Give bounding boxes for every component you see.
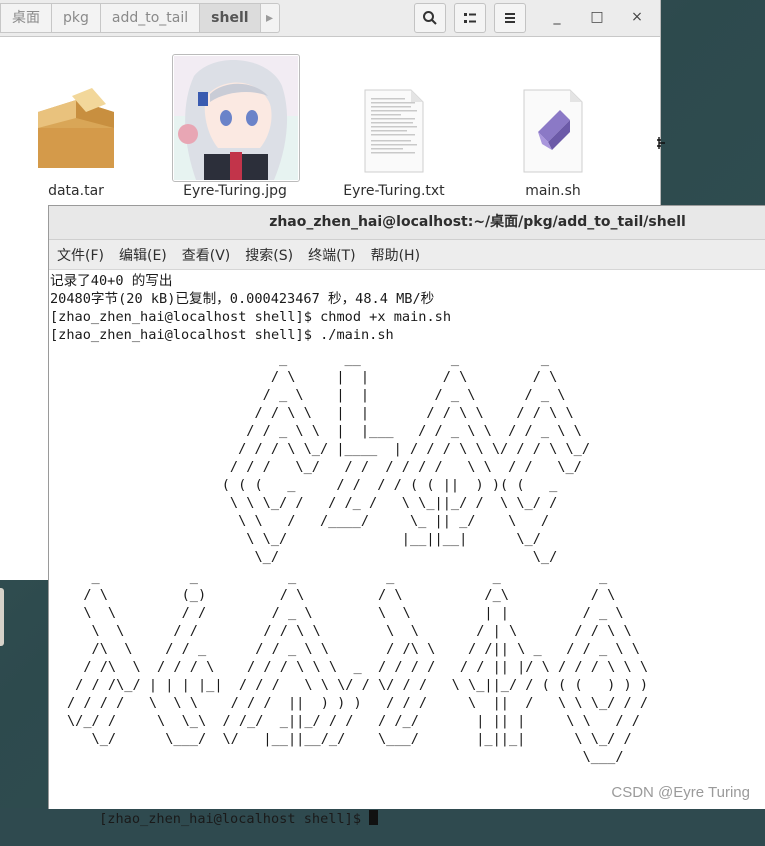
breadcrumb-pkg[interactable]: pkg bbox=[52, 3, 101, 33]
breadcrumb-shell[interactable]: shell bbox=[200, 3, 261, 33]
text-file-icon bbox=[364, 89, 424, 173]
menu-search[interactable]: 搜索(S) bbox=[245, 245, 293, 265]
mouse-cursor-icon bbox=[657, 137, 665, 149]
prompt-line: [zhao_zhen_hai@localhost shell]$ bbox=[50, 792, 379, 846]
output-line: 记录了40+0 的写出 bbox=[50, 273, 173, 289]
ascii-art-top: _ __ _ _ / \ | | / \ / \ / _ \ | | / _ \… bbox=[221, 351, 591, 565]
desktop-widget-edge bbox=[0, 588, 4, 646]
menu-terminal[interactable]: 终端(T) bbox=[308, 245, 355, 265]
search-icon bbox=[423, 11, 437, 25]
list-view-icon bbox=[464, 13, 476, 23]
output-line: [zhao_zhen_hai@localhost shell]$ ./main.… bbox=[50, 327, 394, 343]
view-list-button[interactable] bbox=[454, 3, 486, 33]
output-line: 20480字节(20 kB)已复制，0.000423467 秒，48.4 MB/… bbox=[50, 291, 435, 307]
text-cursor bbox=[369, 810, 379, 825]
breadcrumb-forward-icon[interactable]: ▸ bbox=[260, 3, 280, 33]
file-label: Eyre-Turing.jpg bbox=[183, 183, 287, 199]
terminal-output[interactable]: 记录了40+0 的写出 20480字节(20 kB)已复制，0.00042346… bbox=[49, 270, 765, 827]
output-line: [zhao_zhen_hai@localhost shell]$ chmod +… bbox=[50, 309, 452, 325]
prompt-text: [zhao_zhen_hai@localhost shell]$ bbox=[99, 811, 370, 827]
menu-view[interactable]: 查看(V) bbox=[182, 245, 231, 265]
breadcrumb: 桌面 pkg add_to_tail shell ▸ bbox=[0, 3, 280, 33]
close-button[interactable]: × bbox=[624, 4, 650, 30]
file-label: main.sh bbox=[525, 183, 581, 199]
terminal-menubar: 文件(F) 编辑(E) 查看(V) 搜索(S) 终端(T) 帮助(H) bbox=[49, 240, 765, 270]
search-button[interactable] bbox=[414, 3, 446, 33]
menu-file[interactable]: 文件(F) bbox=[57, 245, 104, 265]
terminal-window: zhao_zhen_hai@localhost:~/桌面/pkg/add_to_… bbox=[48, 205, 765, 827]
watermark: CSDN @Eyre Turing bbox=[611, 784, 750, 801]
menu-button[interactable] bbox=[494, 3, 526, 33]
file-manager-headerbar: 桌面 pkg add_to_tail shell ▸ _ □ × bbox=[0, 0, 660, 37]
archive-icon bbox=[38, 88, 114, 168]
script-file-icon bbox=[523, 89, 583, 173]
terminal-title: zhao_zhen_hai@localhost:~/桌面/pkg/add_to_… bbox=[49, 206, 765, 240]
breadcrumb-desktop[interactable]: 桌面 bbox=[0, 3, 52, 33]
menu-help[interactable]: 帮助(H) bbox=[371, 245, 420, 265]
maximize-button[interactable]: □ bbox=[584, 4, 610, 30]
file-label: Eyre-Turing.txt bbox=[343, 183, 445, 199]
breadcrumb-add-to-tail[interactable]: add_to_tail bbox=[100, 3, 201, 33]
file-label: data.tar bbox=[48, 183, 104, 199]
ascii-art-bottom: _ _ _ _ _ _ / \ (_) / \ / \ /_\ / \ \ \ … bbox=[67, 569, 649, 765]
image-thumbnail bbox=[174, 56, 298, 180]
minimize-button[interactable]: _ bbox=[544, 4, 570, 30]
image-thumbnail-frame bbox=[172, 54, 300, 182]
hamburger-icon bbox=[505, 13, 515, 23]
menu-edit[interactable]: 编辑(E) bbox=[119, 245, 167, 265]
